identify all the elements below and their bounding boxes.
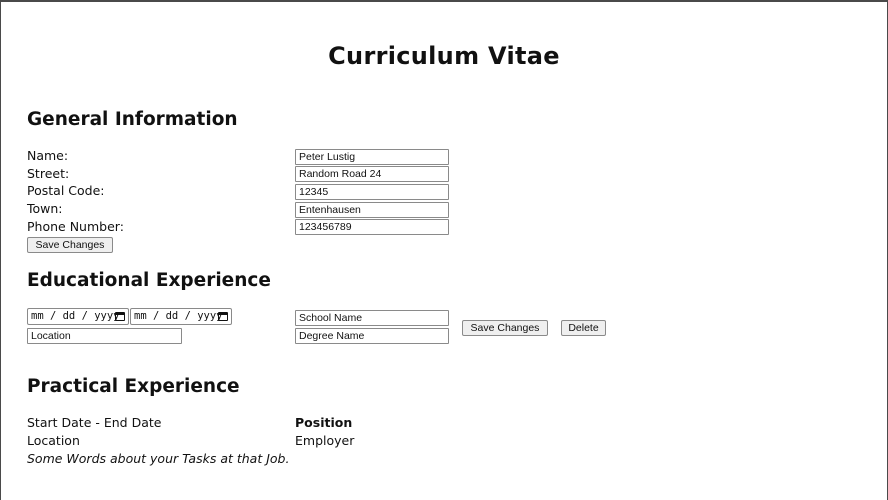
calendar-icon[interactable] (115, 312, 125, 321)
education-location-input[interactable] (27, 328, 182, 344)
name-label: Name: (27, 148, 69, 163)
street-label: Street: (27, 166, 70, 181)
calendar-icon[interactable] (218, 312, 228, 321)
practical-employer: Employer (295, 433, 355, 448)
start-date-placeholder: mm / dd / yyyy (31, 310, 120, 322)
phone-number-input[interactable] (295, 219, 449, 235)
practical-position: Position (295, 415, 353, 430)
education-delete-button[interactable]: Delete (561, 320, 606, 336)
town-label: Town: (27, 201, 63, 216)
practical-location: Location (27, 433, 80, 448)
general-save-changes-button[interactable]: Save Changes (27, 237, 113, 253)
end-date-placeholder: mm / dd / yyyy (134, 310, 223, 322)
general-information-heading: General Information (27, 109, 238, 130)
practical-dates: Start Date - End Date (27, 415, 162, 430)
page-title: Curriculum Vitae (328, 42, 560, 70)
street-input[interactable] (295, 166, 449, 182)
education-start-date-input[interactable]: mm / dd / yyyy (27, 308, 129, 325)
education-end-date-input[interactable]: mm / dd / yyyy (130, 308, 232, 325)
educational-experience-heading: Educational Experience (27, 270, 271, 291)
name-input[interactable] (295, 149, 449, 165)
postal-code-input[interactable] (295, 184, 449, 200)
postal-code-label: Postal Code: (27, 183, 105, 198)
practical-tasks-description: Some Words about your Tasks at that Job. (27, 451, 290, 466)
school-name-input[interactable] (295, 310, 449, 326)
practical-experience-heading: Practical Experience (27, 376, 240, 397)
degree-name-input[interactable] (295, 328, 449, 344)
phone-number-label: Phone Number: (27, 219, 124, 234)
education-save-changes-button[interactable]: Save Changes (462, 320, 548, 336)
town-input[interactable] (295, 202, 449, 218)
